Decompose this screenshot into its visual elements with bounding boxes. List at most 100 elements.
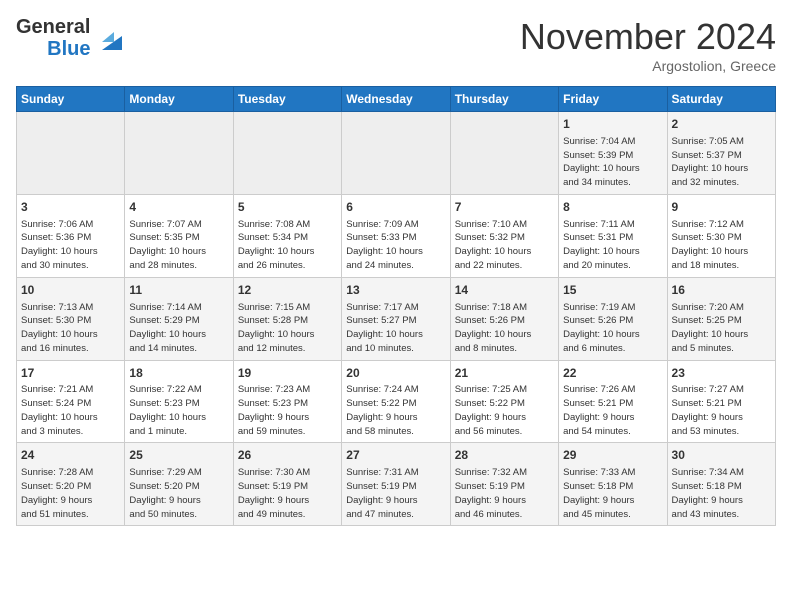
day-info: Sunrise: 7:34 AMSunset: 5:18 PMDaylight:… [672, 466, 771, 521]
calendar-day-cell: 17Sunrise: 7:21 AMSunset: 5:24 PMDayligh… [17, 360, 125, 443]
calendar-day-cell: 11Sunrise: 7:14 AMSunset: 5:29 PMDayligh… [125, 277, 233, 360]
calendar-day-cell: 26Sunrise: 7:30 AMSunset: 5:19 PMDayligh… [233, 443, 341, 526]
day-number: 7 [455, 199, 554, 216]
calendar-day-cell: 2 Sunrise: 7:05 AMSunset: 5:37 PMDaylight… [667, 112, 775, 195]
day-info: Sunrise: 7:21 AMSunset: 5:24 PMDaylight:… [21, 383, 120, 438]
day-number: 28 [455, 447, 554, 464]
location: Argostolion, Greece [520, 58, 776, 74]
day-number: 1 [563, 116, 662, 133]
logo: General Blue [16, 16, 126, 60]
calendar-day-cell: 24 Sunrise: 7:28 AMSunset: 5:20 PMDayligh… [17, 443, 125, 526]
logo-icon [94, 22, 126, 54]
day-info: Sunrise: 7:10 AMSunset: 5:32 PMDaylight:… [455, 218, 554, 273]
calendar-day-cell: 27 Sunrise: 7:31 AMSunset: 5:19 PMDayligh… [342, 443, 450, 526]
day-info: Sunrise: 7:11 AMSunset: 5:31 PMDaylight:… [563, 218, 662, 273]
calendar-week-row: 10 Sunrise: 7:13 AMSunset: 5:30 PMDayligh… [17, 277, 776, 360]
day-info: Sunrise: 7:26 AMSunset: 5:21 PMDaylight:… [563, 383, 662, 438]
month-title: November 2024 [520, 16, 776, 58]
day-number: 21 [455, 365, 554, 382]
day-number: 26 [238, 447, 337, 464]
calendar-day-cell: 4 Sunrise: 7:07 AMSunset: 5:35 PMDaylight… [125, 194, 233, 277]
day-info: Sunrise: 7:15 AMSunset: 5:28 PMDaylight:… [238, 301, 337, 356]
day-info: Sunrise: 7:06 AMSunset: 5:36 PMDaylight:… [21, 218, 120, 273]
calendar-day-cell [342, 112, 450, 195]
calendar-day-cell: 9 Sunrise: 7:12 AMSunset: 5:30 PMDaylight… [667, 194, 775, 277]
calendar-day-cell: 15 Sunrise: 7:19 AMSunset: 5:26 PMDayligh… [559, 277, 667, 360]
day-info: Sunrise: 7:04 AMSunset: 5:39 PMDaylight:… [563, 135, 662, 190]
day-number: 15 [563, 282, 662, 299]
calendar-day-cell: 19Sunrise: 7:23 AMSunset: 5:23 PMDayligh… [233, 360, 341, 443]
day-number: 9 [672, 199, 771, 216]
day-info: Sunrise: 7:20 AMSunset: 5:25 PMDaylight:… [672, 301, 771, 356]
day-info: Sunrise: 7:27 AMSunset: 5:21 PMDaylight:… [672, 383, 771, 438]
day-info: Sunrise: 7:29 AMSunset: 5:20 PMDaylight:… [129, 466, 228, 521]
day-info: Sunrise: 7:33 AMSunset: 5:18 PMDaylight:… [563, 466, 662, 521]
weekday-header: Friday [559, 87, 667, 112]
day-number: 19 [238, 365, 337, 382]
day-number: 14 [455, 282, 554, 299]
calendar-day-cell: 12 Sunrise: 7:15 AMSunset: 5:28 PMDayligh… [233, 277, 341, 360]
day-number: 2 [672, 116, 771, 133]
day-number: 6 [346, 199, 445, 216]
day-number: 25 [129, 447, 228, 464]
calendar-day-cell: 3 Sunrise: 7:06 AMSunset: 5:36 PMDaylight… [17, 194, 125, 277]
calendar-day-cell: 1 Sunrise: 7:04 AMSunset: 5:39 PMDaylight… [559, 112, 667, 195]
page-header: General Blue November 2024 Argostolion, … [16, 16, 776, 74]
day-number: 29 [563, 447, 662, 464]
day-info: Sunrise: 7:31 AMSunset: 5:19 PMDaylight:… [346, 466, 445, 521]
day-info: Sunrise: 7:19 AMSunset: 5:26 PMDaylight:… [563, 301, 662, 356]
calendar-day-cell: 7 Sunrise: 7:10 AMSunset: 5:32 PMDaylight… [450, 194, 558, 277]
day-info: Sunrise: 7:07 AMSunset: 5:35 PMDaylight:… [129, 218, 228, 273]
day-info: Sunrise: 7:08 AMSunset: 5:34 PMDaylight:… [238, 218, 337, 273]
weekday-header: Saturday [667, 87, 775, 112]
calendar-day-cell: 20Sunrise: 7:24 AMSunset: 5:22 PMDayligh… [342, 360, 450, 443]
day-number: 30 [672, 447, 771, 464]
calendar-day-cell [17, 112, 125, 195]
day-number: 22 [563, 365, 662, 382]
calendar-day-cell: 23Sunrise: 7:27 AMSunset: 5:21 PMDayligh… [667, 360, 775, 443]
calendar-day-cell: 10 Sunrise: 7:13 AMSunset: 5:30 PMDayligh… [17, 277, 125, 360]
calendar-day-cell: 18Sunrise: 7:22 AMSunset: 5:23 PMDayligh… [125, 360, 233, 443]
calendar-day-cell: 29 Sunrise: 7:33 AMSunset: 5:18 PMDayligh… [559, 443, 667, 526]
calendar-day-cell: 13Sunrise: 7:17 AMSunset: 5:27 PMDayligh… [342, 277, 450, 360]
day-number: 10 [21, 282, 120, 299]
day-number: 4 [129, 199, 228, 216]
day-number: 17 [21, 365, 120, 382]
day-number: 5 [238, 199, 337, 216]
day-number: 27 [346, 447, 445, 464]
calendar-day-cell: 16 Sunrise: 7:20 AMSunset: 5:25 PMDayligh… [667, 277, 775, 360]
calendar-day-cell: 21Sunrise: 7:25 AMSunset: 5:22 PMDayligh… [450, 360, 558, 443]
day-info: Sunrise: 7:32 AMSunset: 5:19 PMDaylight:… [455, 466, 554, 521]
calendar-week-row: 1 Sunrise: 7:04 AMSunset: 5:39 PMDaylight… [17, 112, 776, 195]
day-number: 24 [21, 447, 120, 464]
logo-line2: Blue [47, 38, 90, 60]
day-number: 3 [21, 199, 120, 216]
calendar-week-row: 3 Sunrise: 7:06 AMSunset: 5:36 PMDaylight… [17, 194, 776, 277]
day-number: 23 [672, 365, 771, 382]
day-info: Sunrise: 7:05 AMSunset: 5:37 PMDaylight:… [672, 135, 771, 190]
day-info: Sunrise: 7:25 AMSunset: 5:22 PMDaylight:… [455, 383, 554, 438]
calendar-table: SundayMondayTuesdayWednesdayThursdayFrid… [16, 86, 776, 526]
day-info: Sunrise: 7:14 AMSunset: 5:29 PMDaylight:… [129, 301, 228, 356]
day-info: Sunrise: 7:18 AMSunset: 5:26 PMDaylight:… [455, 301, 554, 356]
header-row: SundayMondayTuesdayWednesdayThursdayFrid… [17, 87, 776, 112]
day-number: 20 [346, 365, 445, 382]
weekday-header: Wednesday [342, 87, 450, 112]
day-number: 8 [563, 199, 662, 216]
day-info: Sunrise: 7:13 AMSunset: 5:30 PMDaylight:… [21, 301, 120, 356]
calendar-day-cell [125, 112, 233, 195]
calendar-day-cell: 6Sunrise: 7:09 AMSunset: 5:33 PMDaylight… [342, 194, 450, 277]
day-number: 16 [672, 282, 771, 299]
day-info: Sunrise: 7:23 AMSunset: 5:23 PMDaylight:… [238, 383, 337, 438]
calendar-week-row: 24 Sunrise: 7:28 AMSunset: 5:20 PMDayligh… [17, 443, 776, 526]
day-info: Sunrise: 7:28 AMSunset: 5:20 PMDaylight:… [21, 466, 120, 521]
weekday-header: Monday [125, 87, 233, 112]
calendar-day-cell: 28 Sunrise: 7:32 AMSunset: 5:19 PMDayligh… [450, 443, 558, 526]
day-number: 12 [238, 282, 337, 299]
day-info: Sunrise: 7:12 AMSunset: 5:30 PMDaylight:… [672, 218, 771, 273]
weekday-header: Tuesday [233, 87, 341, 112]
title-block: November 2024 Argostolion, Greece [520, 16, 776, 74]
day-info: Sunrise: 7:22 AMSunset: 5:23 PMDaylight:… [129, 383, 228, 438]
logo-line1: General [16, 16, 90, 38]
calendar-day-cell: 5 Sunrise: 7:08 AMSunset: 5:34 PMDaylight… [233, 194, 341, 277]
